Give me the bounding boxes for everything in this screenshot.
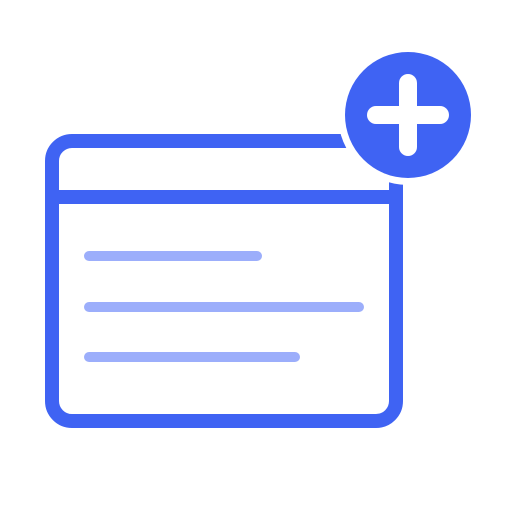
add-window-icon — [45, 45, 478, 428]
text-lines-icon — [84, 251, 364, 362]
icon-canvas — [0, 0, 512, 512]
window-frame — [45, 134, 403, 428]
browser-window-icon — [45, 134, 403, 428]
plus-circle-icon — [338, 45, 478, 185]
